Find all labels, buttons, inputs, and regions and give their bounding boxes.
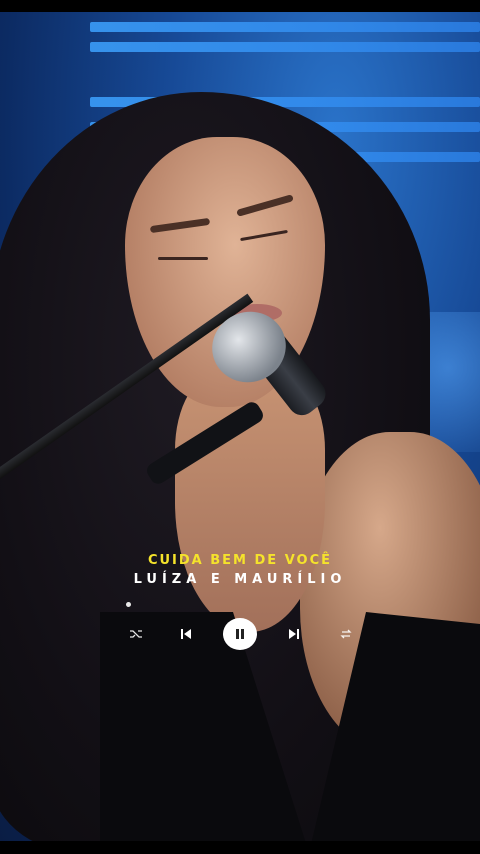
skip-next-icon[interactable] (284, 624, 304, 644)
song-title: CUIDA BEM DE VOCÊ (147, 553, 333, 568)
performance-video[interactable] (0, 12, 480, 853)
artist-name: LUÍZA E MAURÍLIO (133, 572, 347, 587)
pause-button[interactable] (223, 618, 257, 650)
closed-eye (158, 257, 208, 260)
progress-dot[interactable] (126, 602, 131, 607)
video-frame: CUIDA BEM DE VOCÊ LUÍZA E MAURÍLIO (0, 0, 480, 854)
top-letterbox (0, 0, 480, 12)
skip-previous-icon[interactable] (176, 624, 196, 644)
stage-light-stripe (90, 22, 480, 32)
pause-icon (236, 629, 244, 639)
repeat-icon[interactable] (338, 626, 354, 642)
stage-light-stripe (90, 42, 480, 52)
bottom-letterbox (0, 841, 480, 854)
shuffle-icon[interactable] (128, 626, 144, 642)
player-controls (0, 618, 480, 650)
